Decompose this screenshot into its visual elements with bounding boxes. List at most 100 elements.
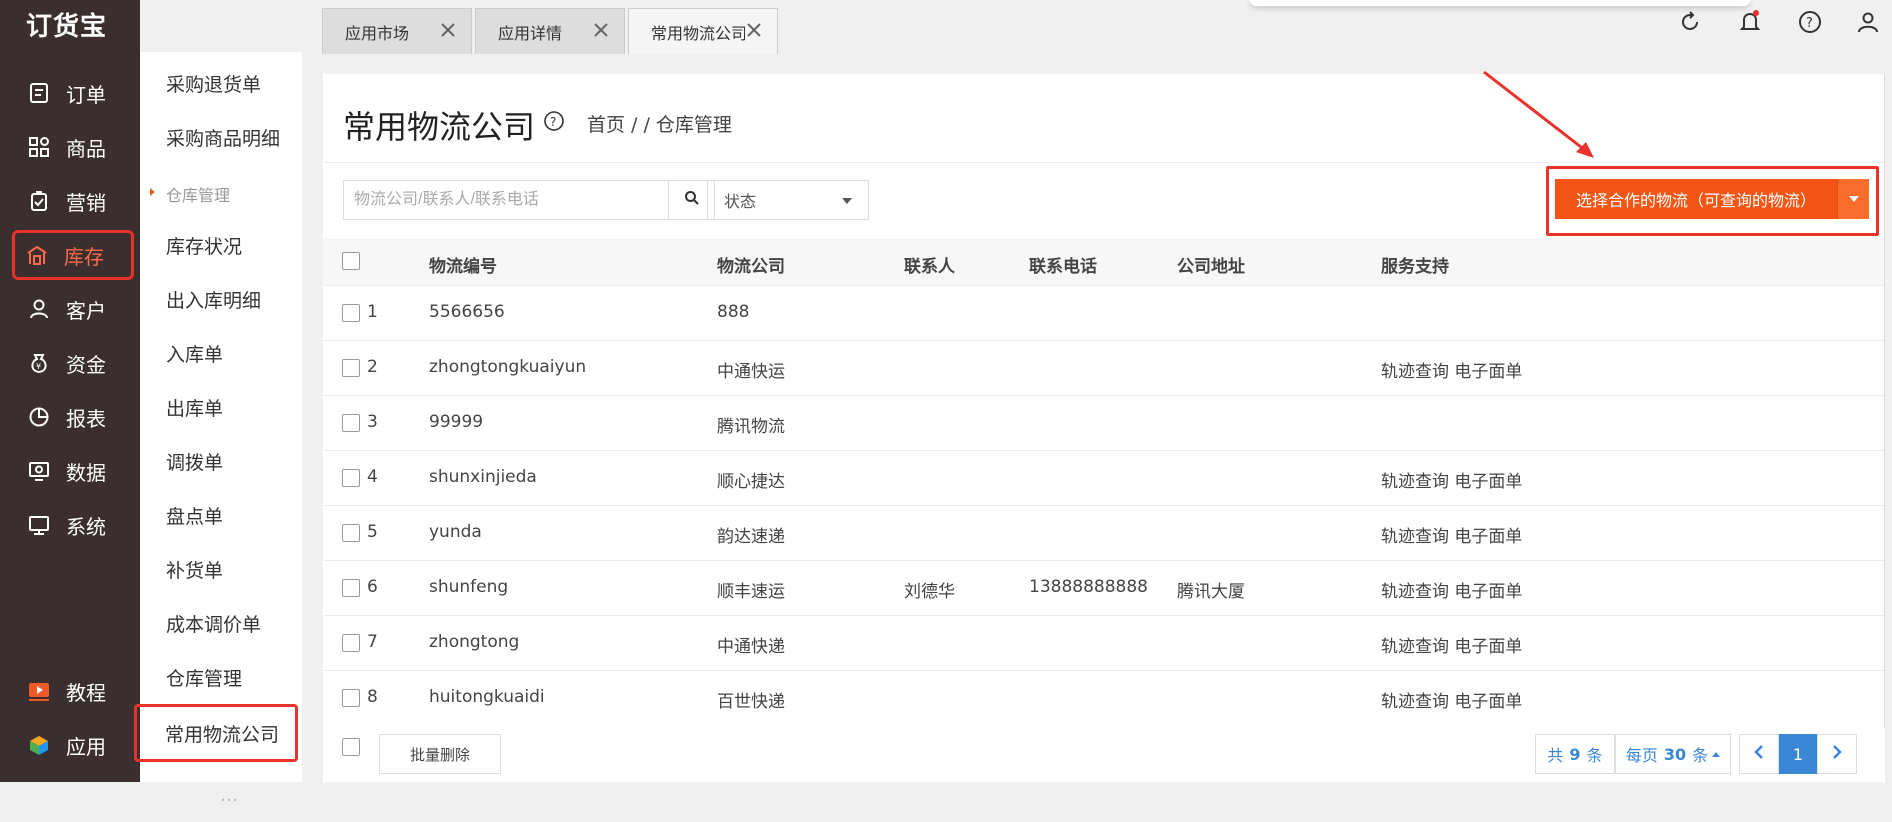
col-header-service[interactable]: 服务支持 bbox=[1381, 252, 1449, 277]
table-row[interactable]: 8 huitongkuaidi 百世快递 轨迹查询 电子面单 bbox=[323, 671, 1885, 726]
cell-company: 百世快递 bbox=[717, 692, 785, 712]
col-header-contact[interactable]: 联系人 bbox=[904, 252, 955, 277]
nav-item-system[interactable]: 系统 bbox=[14, 502, 134, 548]
col-header-code[interactable]: 物流编号 bbox=[429, 252, 497, 277]
table-row[interactable]: 5 yunda 韵达速递 轨迹查询 电子面单 bbox=[323, 506, 1885, 561]
status-select[interactable]: 状态 bbox=[707, 180, 869, 220]
nav-item-label: 系统 bbox=[66, 514, 106, 539]
subnav-item-purchase-return[interactable]: 采购退货单 bbox=[140, 56, 302, 110]
close-icon[interactable] bbox=[439, 21, 457, 39]
subnav-item-warehouse-mgmt[interactable]: 仓库管理 bbox=[140, 650, 302, 704]
chevron-right-icon bbox=[1831, 744, 1843, 764]
subnav-item-cost-adjust[interactable]: 成本调价单 bbox=[140, 596, 302, 650]
subnav-item-replenish[interactable]: 补货单 bbox=[140, 542, 302, 596]
next-page-button[interactable] bbox=[1817, 734, 1857, 774]
table-row[interactable]: 3 99999 腾讯物流 bbox=[323, 396, 1885, 451]
search-input[interactable] bbox=[344, 181, 668, 219]
video-play-icon bbox=[26, 678, 52, 704]
annotation-arrow-icon bbox=[1483, 70, 1594, 158]
close-icon[interactable] bbox=[592, 21, 610, 39]
select-logistics-dropdown[interactable] bbox=[1837, 179, 1869, 219]
select-all-checkbox[interactable] bbox=[342, 252, 360, 270]
total-count: 共 9 条 bbox=[1535, 734, 1615, 774]
inventory-subnav: 采购退货单 采购商品明细 仓库管理 库存状况 出入库明细 入库单 出库单 调拨单… bbox=[134, 52, 302, 806]
chevron-down-icon bbox=[842, 198, 852, 204]
help-icon[interactable]: ? bbox=[1796, 8, 1824, 36]
subnav-item-in-out-detail[interactable]: 出入库明细 bbox=[140, 272, 302, 326]
table-row[interactable]: 6 shunfeng 顺丰速运 刘德华 13888888888 腾讯大厦 轨迹查询 电子面单 bbox=[323, 561, 1885, 616]
subnav-item-transfer[interactable]: 调拨单 bbox=[140, 434, 302, 488]
nav-item-reports[interactable]: 报表 bbox=[14, 394, 134, 440]
nav-item-data[interactable]: 数据 bbox=[14, 448, 134, 494]
subnav-item-inbound[interactable]: 入库单 bbox=[140, 326, 302, 380]
subnav-item-purchase-detail[interactable]: 采购商品明细 bbox=[140, 110, 302, 164]
tab-label: 常用物流公司 bbox=[651, 23, 748, 43]
cell-code: shunfeng bbox=[429, 577, 509, 597]
total-value: 9 bbox=[1569, 744, 1581, 764]
row-checkbox[interactable] bbox=[342, 359, 360, 377]
cell-code: zhongtong bbox=[429, 632, 520, 652]
row-checkbox[interactable] bbox=[342, 469, 360, 487]
nav-item-tutorial[interactable]: 教程 bbox=[14, 668, 134, 714]
subnav-section-warehouse[interactable]: 仓库管理 bbox=[140, 182, 302, 206]
bell-icon[interactable] bbox=[1736, 8, 1764, 36]
subnav-item-logistics[interactable]: 常用物流公司 bbox=[134, 704, 298, 762]
row-checkbox[interactable] bbox=[342, 634, 360, 652]
cell-code: zhongtongkuaiyun bbox=[429, 357, 587, 377]
row-index: 5 bbox=[367, 522, 378, 542]
table-row[interactable]: 1 5566656 888 bbox=[323, 286, 1885, 341]
tab-app-market[interactable]: 应用市场 bbox=[322, 8, 472, 54]
select-logistics-button[interactable]: 选择合作的物流（可查询的物流） bbox=[1555, 179, 1837, 219]
per-page-value: 30 bbox=[1663, 744, 1687, 764]
nav-item-marketing[interactable]: 营销 bbox=[14, 178, 134, 224]
table-row[interactable]: 2 zhongtongkuaiyun 中通快运 轨迹查询 电子面单 bbox=[323, 341, 1885, 396]
cell-code: shunxinjieda bbox=[429, 467, 537, 487]
subnav-item-stocktake[interactable]: 盘点单 bbox=[140, 488, 302, 542]
row-checkbox[interactable] bbox=[342, 579, 360, 597]
row-checkbox[interactable] bbox=[342, 414, 360, 432]
tab-logistics[interactable]: 常用物流公司 bbox=[628, 8, 778, 54]
subnav-item-stock-status[interactable]: 库存状况 bbox=[140, 218, 302, 272]
col-header-company[interactable]: 物流公司 bbox=[717, 252, 785, 277]
nav-item-label: 数据 bbox=[66, 460, 106, 485]
col-header-phone[interactable]: 联系电话 bbox=[1029, 252, 1097, 277]
row-index: 6 bbox=[367, 577, 378, 597]
row-index: 4 bbox=[367, 467, 378, 487]
cell-service: 轨迹查询 电子面单 bbox=[1381, 582, 1523, 602]
close-icon[interactable] bbox=[745, 21, 763, 39]
col-header-address[interactable]: 公司地址 bbox=[1177, 252, 1245, 277]
row-checkbox[interactable] bbox=[342, 524, 360, 542]
search-box bbox=[343, 180, 715, 220]
page-size-select[interactable]: 每页 30 条 bbox=[1615, 734, 1731, 774]
user-icon[interactable] bbox=[1854, 8, 1882, 36]
nav-item-products[interactable]: 商品 bbox=[14, 124, 134, 170]
cell-company: 顺心捷达 bbox=[717, 472, 785, 492]
nav-item-orders[interactable]: 订单 bbox=[14, 70, 134, 116]
vertical-scrollbar[interactable] bbox=[1884, 74, 1892, 728]
per-page-suffix: 条 bbox=[1692, 746, 1709, 765]
cell-company: 顺丰速运 bbox=[717, 582, 785, 602]
table-row[interactable]: 4 shunxinjieda 顺心捷达 轨迹查询 电子面单 bbox=[323, 451, 1885, 506]
table-row[interactable]: 7 zhongtong 中通快递 轨迹查询 电子面单 bbox=[323, 616, 1885, 671]
subnav-item-outbound[interactable]: 出库单 bbox=[140, 380, 302, 434]
row-checkbox[interactable] bbox=[342, 304, 360, 322]
tab-app-detail[interactable]: 应用详情 bbox=[475, 8, 625, 54]
search-icon bbox=[684, 190, 700, 210]
nav-item-inventory[interactable]: 库存 bbox=[12, 230, 134, 280]
subnav-item-partial[interactable]: ... bbox=[140, 768, 302, 822]
refresh-icon[interactable] bbox=[1676, 8, 1704, 36]
dropdown-popup-edge bbox=[1250, 0, 1750, 6]
row-checkbox[interactable] bbox=[342, 689, 360, 707]
svg-text:?: ? bbox=[1806, 16, 1813, 31]
prev-page-button[interactable] bbox=[1739, 734, 1779, 774]
bulk-delete-button[interactable]: 批量删除 bbox=[379, 734, 501, 774]
nav-item-funds[interactable]: ¥ 资金 bbox=[14, 340, 134, 386]
nav-item-apps[interactable]: 应用 bbox=[14, 722, 134, 768]
footer-select-all-checkbox[interactable] bbox=[342, 738, 360, 756]
cell-service: 轨迹查询 电子面单 bbox=[1381, 637, 1523, 657]
cell-company: 腾讯物流 bbox=[717, 417, 785, 437]
current-page-button[interactable]: 1 bbox=[1779, 734, 1817, 774]
nav-item-customers[interactable]: 客户 bbox=[14, 286, 134, 332]
breadcrumb[interactable]: 首页 / / 仓库管理 bbox=[587, 110, 732, 137]
question-circle-icon[interactable]: ? bbox=[543, 110, 565, 132]
